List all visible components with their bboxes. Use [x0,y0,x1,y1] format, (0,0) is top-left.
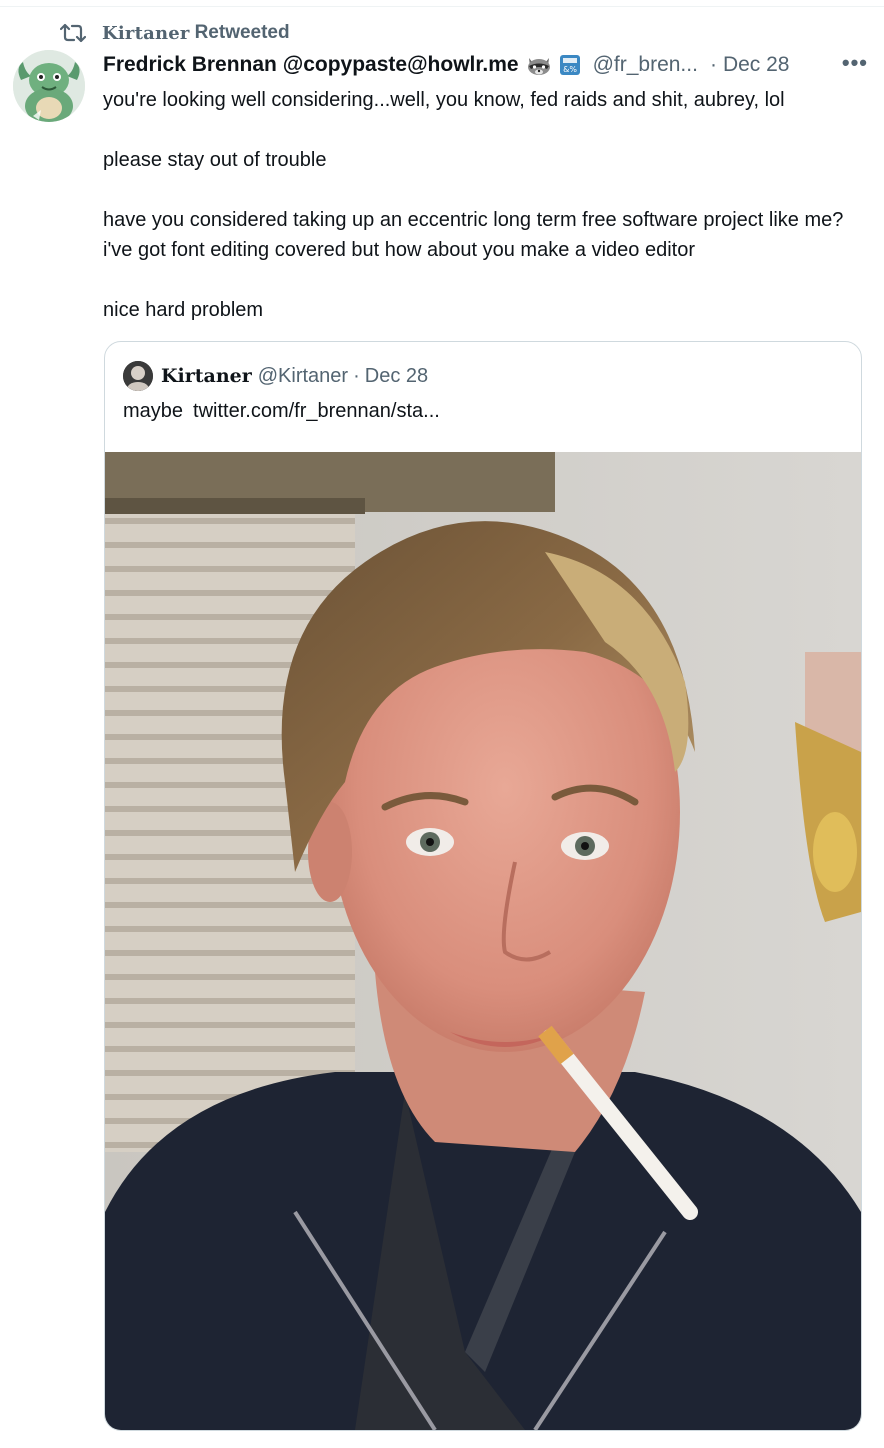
quoted-date: Dec 28 [364,364,429,387]
tweet-text: you're looking well considering...well, … [103,85,873,325]
quoted-tweet-card[interactable]: Kirtaner @Kirtaner · Dec 28 maybe twitter… [104,341,862,1431]
quoted-link[interactable]: twitter.com/fr_brennan/sta... [193,400,440,422]
retweet-icon [60,22,86,44]
retweeter-name[interactable]: Kirtaner [102,23,190,44]
top-divider [0,6,884,7]
more-icon[interactable]: ••• [842,50,868,76]
quoted-author-handle: @Kirtaner [257,364,349,387]
retweeted-label: Retweeted [194,22,290,43]
symbols-emoji: &% [559,54,585,76]
quoted-tweet-header: Kirtaner @Kirtaner · Dec 28 [123,360,428,392]
tweet-text-line: have you considered taking up an eccentr… [103,209,844,261]
quoted-photo[interactable] [105,452,861,1430]
tweet-text-line: nice hard problem [103,299,264,321]
quoted-text: maybe [123,400,184,422]
quoted-tweet-text: maybe twitter.com/fr_brennan/sta... [123,400,440,423]
svg-text:&%: &% [563,65,577,74]
tweet-date[interactable]: Dec 28 [723,53,790,77]
tweet-text-line: please stay out of trouble [103,149,327,171]
quoted-author-avatar [123,361,153,391]
tweet-text-line: you're looking well considering...well, … [103,89,785,111]
quoted-separator: · [353,364,360,387]
raccoon-emoji [526,54,552,76]
author-name[interactable]: Fredrick Brennan @copypaste@howlr.me [103,53,519,77]
author-handle[interactable]: @fr_bren... [593,53,698,77]
quoted-author-name: Kirtaner [161,365,252,387]
tweet-header: Fredrick Brennan @copypaste@howlr.me &% … [103,50,868,80]
header-separator: · [709,53,717,76]
author-avatar[interactable] [13,50,85,122]
retweet-context[interactable]: Kirtaner Retweeted [60,20,290,46]
